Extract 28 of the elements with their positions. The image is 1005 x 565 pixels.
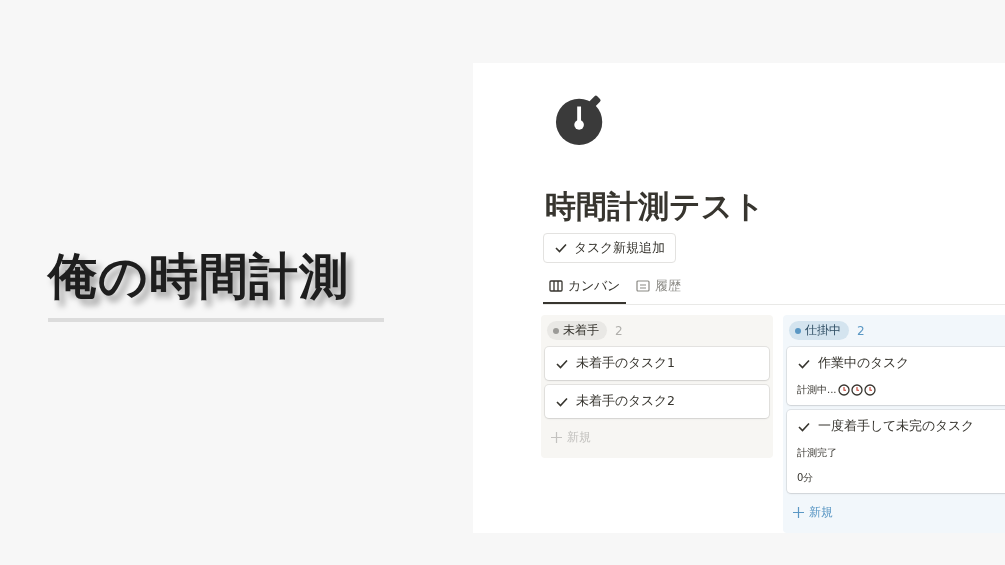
card-property: 計測完了 [797,446,837,460]
card-property: 0分 [797,471,814,485]
card-title: 未着手のタスク2 [576,393,675,410]
status-label: 仕掛中 [805,322,841,339]
task-card[interactable]: 一度着手して未完のタスク 計測完了 0分 [787,410,1005,493]
clock-icon [837,384,850,396]
list-icon [636,280,650,292]
task-card[interactable]: 未着手のタスク2 [545,385,769,418]
status-label: 未着手 [563,322,599,339]
card-count: 2 [615,323,623,338]
task-card[interactable]: 作業中のタスク 計測中... [787,347,1005,405]
card-title: 未着手のタスク1 [576,355,675,372]
clock-icon [863,384,876,396]
card-count: 2 [857,323,865,338]
board-tab[interactable]: カンバン [543,271,626,304]
plus-icon [793,507,804,518]
hero-title: 俺の時間計測 [48,247,349,307]
card-property: 計測中... [797,383,837,397]
card-title: 一度着手して未完のタスク [818,418,974,435]
task-card[interactable]: 未着手のタスク1 [545,347,769,380]
history-tab[interactable]: 履歴 [630,271,687,304]
check-icon [554,241,568,255]
columns-icon [549,280,563,292]
clock-icon [850,384,863,396]
add-task-button[interactable]: タスク新規追加 [543,233,676,263]
page-title: 時間計測テスト [545,187,766,226]
plus-icon [551,432,562,443]
card-title: 作業中のタスク [818,355,909,372]
